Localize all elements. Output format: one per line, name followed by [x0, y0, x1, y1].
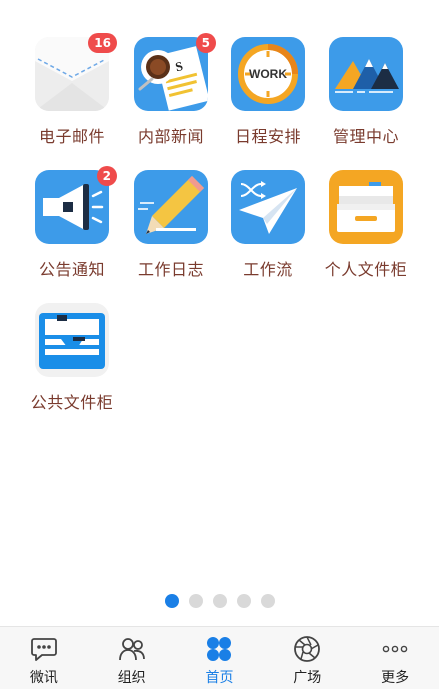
app-label: 管理中心	[332, 127, 399, 146]
news-icon: N'S 5	[134, 33, 216, 111]
tab-more[interactable]: 更多	[351, 627, 439, 689]
app-schedule[interactable]: WORK 日程安排	[218, 37, 318, 147]
tab-label: 组织	[117, 670, 146, 686]
app-management[interactable]: 管理中心	[316, 37, 416, 147]
page-dot[interactable]	[164, 594, 179, 608]
app-label: 公共文件柜	[30, 393, 114, 412]
megaphone-icon: 2	[35, 166, 117, 244]
tab-organization[interactable]: 组织	[88, 627, 176, 689]
tab-label: 首页	[205, 670, 234, 686]
app-label: 工作日志	[137, 260, 204, 279]
paper-plane-icon	[231, 170, 305, 244]
app-news[interactable]: N'S 5 内部新闻	[121, 33, 221, 147]
tab-home[interactable]: 首页	[176, 627, 264, 689]
unread-badge: 5	[195, 33, 216, 53]
app-label: 电子邮件	[38, 127, 105, 146]
mountain-icon	[329, 37, 403, 111]
pencil-icon	[134, 170, 208, 244]
page-indicator	[0, 594, 439, 608]
aperture-icon	[294, 636, 321, 662]
unread-badge: 16	[88, 33, 117, 53]
work-text: WORK	[249, 67, 287, 81]
page-dot[interactable]	[212, 594, 227, 608]
app-public-cabinet[interactable]: 公共文件柜	[22, 303, 122, 413]
app-workflow[interactable]: 工作流	[218, 170, 318, 280]
tab-square[interactable]: 广场	[263, 627, 351, 689]
file-tray-icon	[329, 170, 403, 244]
app-mail[interactable]: 16 电子邮件	[22, 33, 122, 147]
app-announcement[interactable]: 2 公告通知	[22, 166, 122, 280]
tab-weixun[interactable]: 微讯	[0, 627, 88, 689]
page-dot[interactable]	[188, 594, 203, 608]
more-icon	[382, 645, 408, 653]
app-label: 公告通知	[38, 260, 105, 279]
people-icon	[118, 638, 145, 661]
schedule-icon: WORK	[231, 37, 305, 111]
chat-icon	[30, 638, 57, 661]
page-dot[interactable]	[260, 594, 275, 608]
cabinet-icon	[35, 303, 109, 377]
page-dot[interactable]	[236, 594, 251, 608]
app-label: 日程安排	[234, 127, 301, 146]
app-label: 内部新闻	[137, 127, 204, 146]
app-personal-cabinet[interactable]: 个人文件柜	[316, 170, 416, 280]
app-label: 工作流	[243, 260, 293, 279]
bottom-tab-bar: 微讯 组织 首页 广场 更多	[0, 626, 439, 689]
home-grid-icon	[207, 637, 232, 661]
tab-label: 微讯	[29, 670, 58, 686]
app-label: 个人文件柜	[324, 260, 408, 279]
app-worklog[interactable]: 工作日志	[121, 170, 221, 280]
unread-badge: 2	[96, 166, 117, 186]
tab-label: 更多	[381, 670, 410, 686]
mail-icon: 16	[35, 33, 117, 111]
tab-label: 广场	[293, 670, 322, 686]
